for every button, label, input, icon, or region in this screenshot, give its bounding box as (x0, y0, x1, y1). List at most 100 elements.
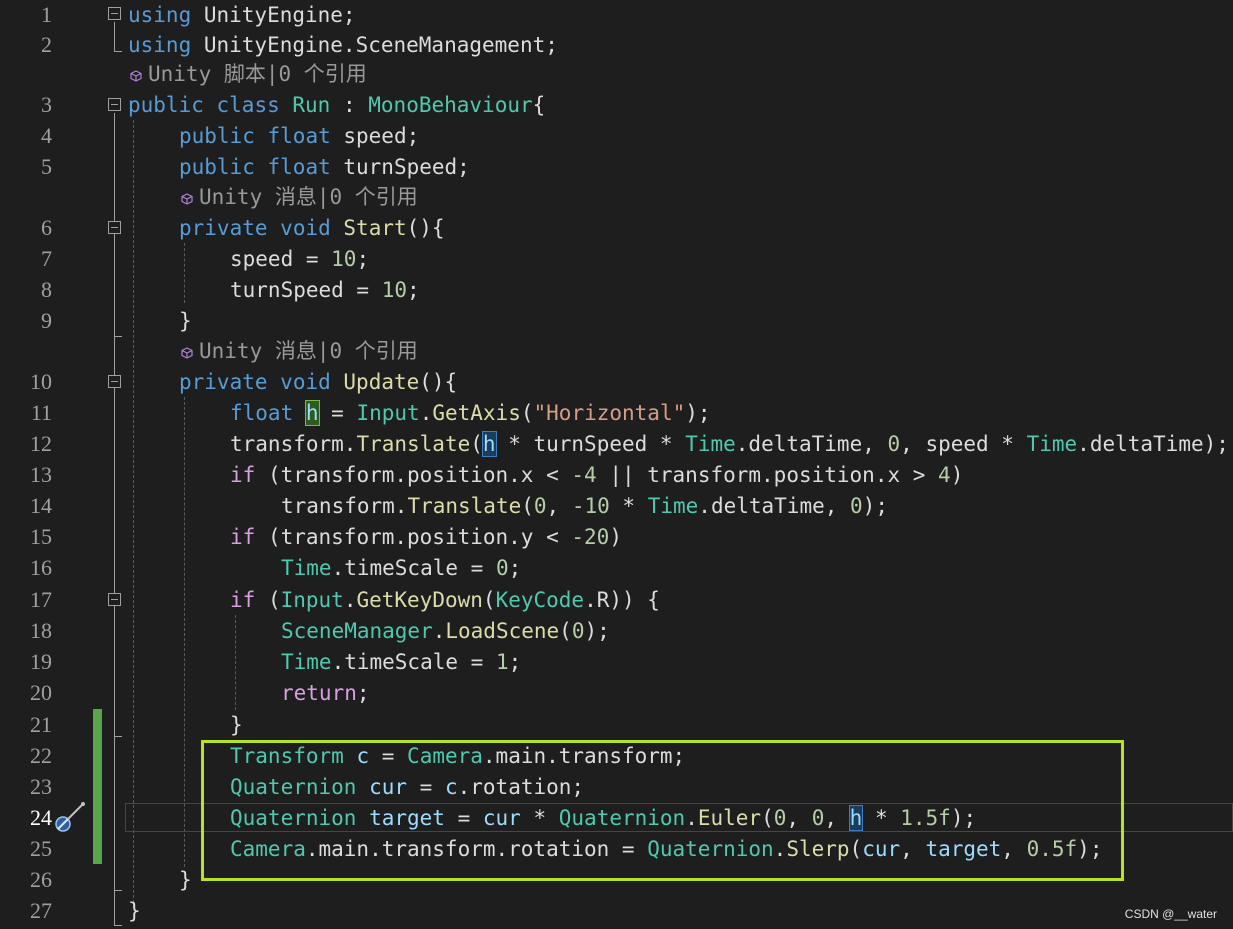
token: speed = (230, 247, 332, 271)
outline-line (114, 51, 122, 52)
token: Euler (697, 806, 762, 830)
token: .main.transform; (482, 744, 686, 768)
token: Time (1026, 432, 1078, 456)
token: private (179, 216, 268, 240)
token: if (230, 463, 256, 487)
code-line-3[interactable]: public class Run : MonoBehaviour{ (128, 90, 545, 120)
token: . (343, 588, 357, 612)
code-line-4[interactable]: public float speed; (179, 121, 419, 151)
token: 10 (331, 247, 357, 271)
token: UnityEngine.SceneManagement; (191, 33, 558, 57)
token: .R)) { (584, 588, 660, 612)
token: cur (862, 837, 901, 861)
code-line-8[interactable]: turnSpeed = 10; (230, 275, 420, 305)
collapse-if-icon[interactable] (108, 593, 121, 606)
token: .deltaTime); (1077, 432, 1229, 456)
token: } (179, 309, 192, 333)
quick-actions-screwdriver-icon[interactable] (52, 801, 88, 835)
token: GetKeyDown (356, 588, 483, 612)
code-line-22[interactable]: Transform c = Camera.main.transform; (230, 741, 685, 771)
line-number: 12 (30, 431, 52, 456)
token: . (685, 806, 698, 830)
code-line-2[interactable]: using UnityEngine.SceneManagement; (128, 30, 558, 60)
unity-cube-icon (130, 70, 142, 82)
collapse-using-icon[interactable] (108, 7, 121, 20)
token: 0 (811, 806, 825, 830)
code-line-10[interactable]: private void Update(){ (179, 367, 457, 397)
code-line-16[interactable]: Time.timeScale = 0; (281, 553, 521, 583)
code-line-21[interactable]: } (230, 710, 243, 740)
token: || transform.position.x > (596, 463, 939, 487)
codelens-unity-message[interactable]: Unity 消息|0 个引用 (181, 336, 418, 366)
collapse-start-icon[interactable] (108, 221, 121, 234)
code-line-15[interactable]: if (transform.position.y < -20) (230, 522, 622, 552)
line-number: 9 (41, 308, 52, 333)
code-line-24[interactable]: Quaternion target = cur * Quaternion.Eul… (230, 803, 976, 833)
token: public (179, 155, 255, 179)
code-line-9[interactable]: } (179, 306, 192, 336)
token: = (318, 401, 357, 425)
token: * (520, 806, 559, 830)
token: ); (950, 806, 977, 830)
unity-cube-icon (181, 347, 193, 359)
collapse-class-icon[interactable] (108, 98, 121, 111)
code-line-26[interactable]: } (179, 865, 192, 895)
token: ( (559, 619, 572, 643)
token: return (281, 681, 357, 705)
token: ( (520, 401, 534, 425)
token: MonoBehaviour (368, 93, 533, 117)
token: , (1001, 837, 1027, 861)
code-line-6[interactable]: private void Start(){ (179, 213, 445, 243)
code-line-12[interactable]: transform.Translate(h * turnSpeed * Time… (230, 429, 1229, 459)
token: 0.5f (1026, 837, 1078, 861)
codelens-unity-script[interactable]: Unity 脚本|0 个引用 (130, 59, 367, 89)
token: Quaternion (230, 775, 357, 799)
token: speed; (330, 124, 420, 148)
token: Time (281, 650, 332, 674)
token: Camera (407, 744, 483, 768)
code-line-13[interactable]: if (transform.position.x < -4 || transfo… (230, 460, 963, 490)
codelens-unity-message[interactable]: Unity 消息|0 个引用 (181, 182, 418, 212)
code-line-1[interactable]: using UnityEngine; (128, 0, 356, 30)
token: cur (369, 775, 408, 799)
token: .main.transform.rotation = (305, 837, 648, 861)
code-line-17[interactable]: if (Input.GetKeyDown(KeyCode.R)) { (230, 585, 660, 615)
token: UnityEngine; (191, 3, 356, 27)
codelens-text: Unity 脚本|0 个引用 (148, 62, 367, 86)
token: .timeScale = (331, 556, 496, 580)
token: .timeScale = (331, 650, 496, 674)
token: public (128, 93, 204, 117)
indent-guide (235, 615, 236, 710)
token: 0 (571, 619, 585, 643)
token: void (280, 370, 331, 394)
code-line-5[interactable]: public float turnSpeed; (179, 152, 470, 182)
token: .deltaTime, (735, 432, 888, 456)
collapse-update-icon[interactable] (108, 375, 121, 388)
token: turnSpeed; (330, 155, 470, 179)
code-line-25[interactable]: Camera.main.transform.rotation = Quatern… (230, 834, 1102, 864)
token: using (128, 3, 192, 27)
line-number: 16 (30, 555, 52, 580)
code-line-7[interactable]: speed = 10; (230, 244, 369, 274)
code-line-14[interactable]: transform.Translate(0, -10 * Time.deltaT… (281, 491, 888, 521)
token: float (267, 155, 331, 179)
code-line-18[interactable]: SceneManager.LoadScene(0); (281, 616, 610, 646)
code-line-27[interactable]: } (128, 896, 141, 926)
outline-line (114, 22, 115, 51)
token: { (532, 93, 546, 117)
token: = (369, 744, 408, 768)
code-line-20[interactable]: return; (281, 678, 370, 708)
outline-line (114, 113, 115, 925)
line-number: 25 (30, 836, 52, 861)
code-line-19[interactable]: Time.timeScale = 1; (281, 647, 521, 677)
token: Transform (230, 744, 344, 768)
code-line-23[interactable]: Quaternion cur = c.rotation; (230, 772, 584, 802)
code-line-11[interactable]: float h = Input.GetAxis("Horizontal"); (230, 398, 711, 428)
